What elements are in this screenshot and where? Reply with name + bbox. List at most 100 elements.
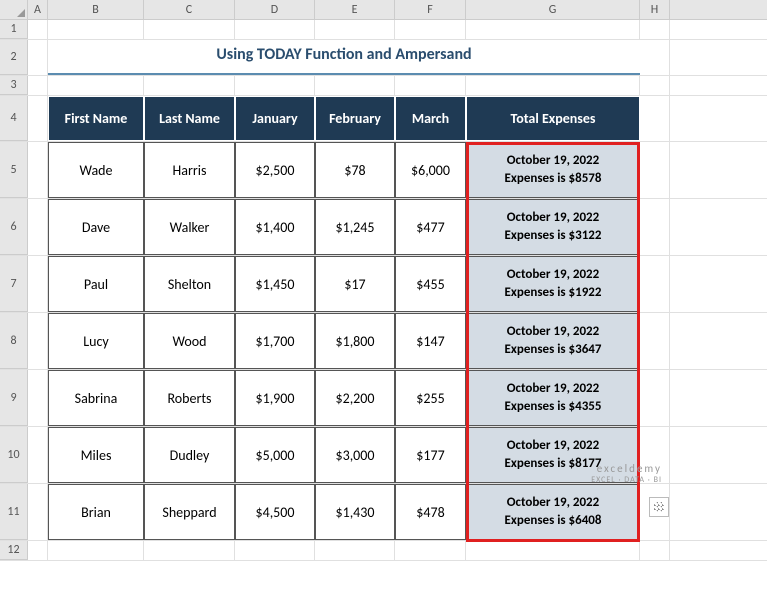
cell-d3[interactable] bbox=[235, 76, 315, 95]
cell-a1[interactable] bbox=[28, 20, 48, 39]
cell-march[interactable]: $478 bbox=[395, 484, 466, 540]
cell-a12[interactable] bbox=[28, 541, 48, 560]
header-march[interactable]: March bbox=[395, 96, 466, 141]
cell-h5[interactable] bbox=[640, 142, 670, 198]
cell-h8[interactable] bbox=[640, 313, 670, 369]
cell-f3[interactable] bbox=[395, 76, 466, 95]
col-header-f[interactable]: F bbox=[395, 0, 466, 19]
cell-b1[interactable] bbox=[48, 20, 144, 39]
cell-d12[interactable] bbox=[235, 541, 315, 560]
cell-g3[interactable] bbox=[466, 76, 640, 95]
cell-january[interactable]: $1,900 bbox=[235, 370, 315, 426]
cell-h3[interactable] bbox=[640, 76, 670, 95]
cell-b3[interactable] bbox=[48, 76, 144, 95]
cell-h7[interactable] bbox=[640, 256, 670, 312]
cell-h6[interactable] bbox=[640, 199, 670, 255]
cell-february[interactable]: $1,430 bbox=[315, 484, 395, 540]
row-header-9[interactable]: 9 bbox=[0, 370, 28, 426]
cell-first-name[interactable]: Sabrina bbox=[48, 370, 144, 426]
cell-january[interactable]: $1,700 bbox=[235, 313, 315, 369]
cell-a3[interactable] bbox=[28, 76, 48, 95]
cell-total-expenses[interactable]: October 19, 2022Expenses is $8578 bbox=[466, 142, 640, 198]
header-last-name[interactable]: Last Name bbox=[144, 96, 235, 141]
col-header-e[interactable]: E bbox=[315, 0, 395, 19]
cell-h2[interactable] bbox=[640, 40, 670, 75]
row-header-4[interactable]: 4 bbox=[0, 96, 28, 141]
autofill-options-icon[interactable] bbox=[649, 497, 669, 517]
cell-first-name[interactable]: Brian bbox=[48, 484, 144, 540]
cell-march[interactable]: $455 bbox=[395, 256, 466, 312]
cell-last-name[interactable]: Shelton bbox=[144, 256, 235, 312]
col-header-g[interactable]: G bbox=[466, 0, 640, 19]
cell-last-name[interactable]: Dudley bbox=[144, 427, 235, 483]
cell-february[interactable]: $1,245 bbox=[315, 199, 395, 255]
select-all-corner[interactable] bbox=[0, 0, 28, 19]
cell-last-name[interactable]: Walker bbox=[144, 199, 235, 255]
cell-f1[interactable] bbox=[395, 20, 466, 39]
cell-first-name[interactable]: Lucy bbox=[48, 313, 144, 369]
cell-january[interactable]: $1,400 bbox=[235, 199, 315, 255]
cell-a5[interactable] bbox=[28, 142, 48, 198]
row-header-2[interactable]: 2 bbox=[0, 40, 28, 75]
cell-f12[interactable] bbox=[395, 541, 466, 560]
row-header-8[interactable]: 8 bbox=[0, 313, 28, 369]
cell-c1[interactable] bbox=[144, 20, 235, 39]
cell-march[interactable]: $255 bbox=[395, 370, 466, 426]
cell-g1[interactable] bbox=[466, 20, 640, 39]
cell-total-expenses[interactable]: October 19, 2022Expenses is $4355 bbox=[466, 370, 640, 426]
cell-e1[interactable] bbox=[315, 20, 395, 39]
cell-january[interactable]: $2,500 bbox=[235, 142, 315, 198]
cell-b12[interactable] bbox=[48, 541, 144, 560]
cell-total-expenses[interactable]: October 19, 2022Expenses is $1922 bbox=[466, 256, 640, 312]
cell-e3[interactable] bbox=[315, 76, 395, 95]
cell-march[interactable]: $177 bbox=[395, 427, 466, 483]
cell-january[interactable]: $5,000 bbox=[235, 427, 315, 483]
cell-february[interactable]: $1,800 bbox=[315, 313, 395, 369]
header-january[interactable]: January bbox=[235, 96, 315, 141]
cell-a11[interactable] bbox=[28, 484, 48, 540]
cell-first-name[interactable]: Dave bbox=[48, 199, 144, 255]
cell-c12[interactable] bbox=[144, 541, 235, 560]
cell-h1[interactable] bbox=[640, 20, 670, 39]
cell-february[interactable]: $17 bbox=[315, 256, 395, 312]
cell-last-name[interactable]: Sheppard bbox=[144, 484, 235, 540]
row-header-3[interactable]: 3 bbox=[0, 76, 28, 95]
cell-a4[interactable] bbox=[28, 96, 48, 141]
cell-february[interactable]: $78 bbox=[315, 142, 395, 198]
cell-first-name[interactable]: Miles bbox=[48, 427, 144, 483]
cell-total-expenses[interactable]: October 19, 2022Expenses is $3122 bbox=[466, 199, 640, 255]
cell-e12[interactable] bbox=[315, 541, 395, 560]
col-header-b[interactable]: B bbox=[48, 0, 144, 19]
cell-last-name[interactable]: Harris bbox=[144, 142, 235, 198]
cell-a6[interactable] bbox=[28, 199, 48, 255]
cell-march[interactable]: $6,000 bbox=[395, 142, 466, 198]
header-first-name[interactable]: First Name bbox=[48, 96, 144, 141]
row-header-11[interactable]: 11 bbox=[0, 484, 28, 540]
cell-d1[interactable] bbox=[235, 20, 315, 39]
cell-first-name[interactable]: Paul bbox=[48, 256, 144, 312]
cell-a10[interactable] bbox=[28, 427, 48, 483]
cell-march[interactable]: $147 bbox=[395, 313, 466, 369]
cell-january[interactable]: $1,450 bbox=[235, 256, 315, 312]
header-total[interactable]: Total Expenses bbox=[466, 96, 640, 141]
row-header-12[interactable]: 12 bbox=[0, 541, 28, 560]
cell-march[interactable]: $477 bbox=[395, 199, 466, 255]
cell-last-name[interactable]: Roberts bbox=[144, 370, 235, 426]
col-header-c[interactable]: C bbox=[144, 0, 235, 19]
cell-a9[interactable] bbox=[28, 370, 48, 426]
cell-h12[interactable] bbox=[640, 541, 670, 560]
cell-c3[interactable] bbox=[144, 76, 235, 95]
spreadsheet-grid[interactable]: A B C D E F G H 1 2 Using TODAY Function… bbox=[0, 0, 767, 561]
cell-a8[interactable] bbox=[28, 313, 48, 369]
cell-last-name[interactable]: Wood bbox=[144, 313, 235, 369]
cell-february[interactable]: $3,000 bbox=[315, 427, 395, 483]
cell-a2[interactable] bbox=[28, 40, 48, 75]
cell-a7[interactable] bbox=[28, 256, 48, 312]
cell-february[interactable]: $2,200 bbox=[315, 370, 395, 426]
row-header-1[interactable]: 1 bbox=[0, 20, 28, 39]
cell-h4[interactable] bbox=[640, 96, 670, 141]
cell-january[interactable]: $4,500 bbox=[235, 484, 315, 540]
cell-total-expenses[interactable]: October 19, 2022Expenses is $3647 bbox=[466, 313, 640, 369]
col-header-a[interactable]: A bbox=[28, 0, 48, 19]
col-header-d[interactable]: D bbox=[235, 0, 315, 19]
